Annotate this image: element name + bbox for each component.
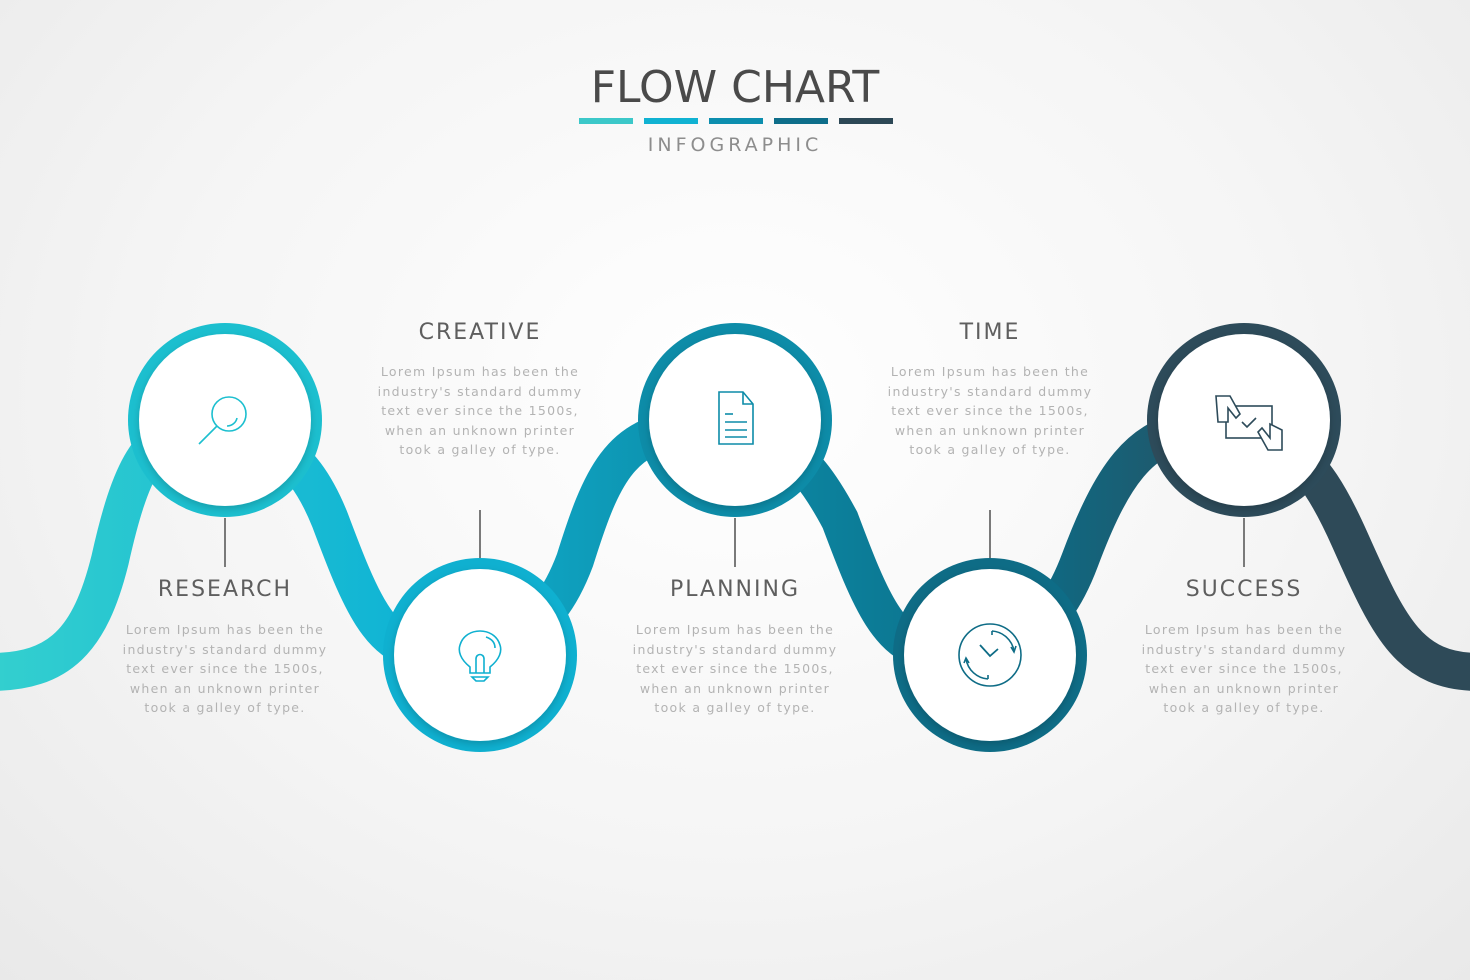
description-line: when an unknown printer	[384, 422, 576, 438]
description-line: when an unknown printer	[129, 680, 321, 696]
step-title: SUCCESS	[1185, 577, 1303, 602]
description-line: Lorem Ipsum has been the	[635, 622, 835, 637]
description-line: industry's standard dummy	[122, 641, 328, 657]
description-line: industry's standard dummy	[377, 383, 583, 399]
description-line: when an unknown printer	[1148, 680, 1340, 696]
description-line: text ever since the 1500s,	[381, 403, 579, 418]
step-title: TIME	[959, 320, 1021, 345]
flow-wave	[0, 323, 1470, 752]
description-line: took a galley of type.	[144, 700, 306, 715]
description-line: text ever since the 1500s,	[891, 403, 1089, 418]
step-description: Lorem Ipsum has been the industry's stand…	[105, 620, 345, 718]
step-description: Lorem Ipsum has been the industry's stand…	[360, 362, 600, 460]
step-node-planning	[638, 323, 832, 517]
step-description: Lorem Ipsum has been the industry's stand…	[615, 620, 855, 718]
description-line: Lorem Ipsum has been the	[890, 364, 1090, 379]
node-center	[649, 334, 821, 506]
description-line: text ever since the 1500s,	[126, 661, 324, 676]
description-line: industry's standard dummy	[887, 383, 1093, 399]
description-line: text ever since the 1500s,	[1145, 661, 1343, 676]
description-line: took a galley of type.	[1163, 700, 1325, 715]
step-description: Lorem Ipsum has been the industry's stand…	[1124, 620, 1364, 718]
step-node-creative	[383, 558, 577, 752]
step-title: RESEARCH	[157, 577, 293, 602]
step-description: Lorem Ipsum has been the industry's stand…	[870, 362, 1110, 460]
step-node-research	[128, 323, 322, 517]
node-center	[1158, 334, 1330, 506]
description-line: Lorem Ipsum has been the	[1144, 622, 1344, 637]
description-line: took a galley of type.	[909, 442, 1071, 457]
description-line: text ever since the 1500s,	[636, 661, 834, 676]
description-line: took a galley of type.	[399, 442, 561, 457]
description-line: industry's standard dummy	[1141, 641, 1347, 657]
step-node-time	[893, 558, 1087, 752]
node-center	[139, 334, 311, 506]
description-line: industry's standard dummy	[632, 641, 838, 657]
description-line: when an unknown printer	[894, 422, 1086, 438]
description-line: when an unknown printer	[639, 680, 831, 696]
step-title: PLANNING	[670, 577, 800, 602]
description-line: took a galley of type.	[654, 700, 816, 715]
step-title: CREATIVE	[418, 320, 542, 345]
description-line: Lorem Ipsum has been the	[380, 364, 580, 379]
step-node-success	[1147, 323, 1341, 517]
description-line: Lorem Ipsum has been the	[125, 622, 325, 637]
